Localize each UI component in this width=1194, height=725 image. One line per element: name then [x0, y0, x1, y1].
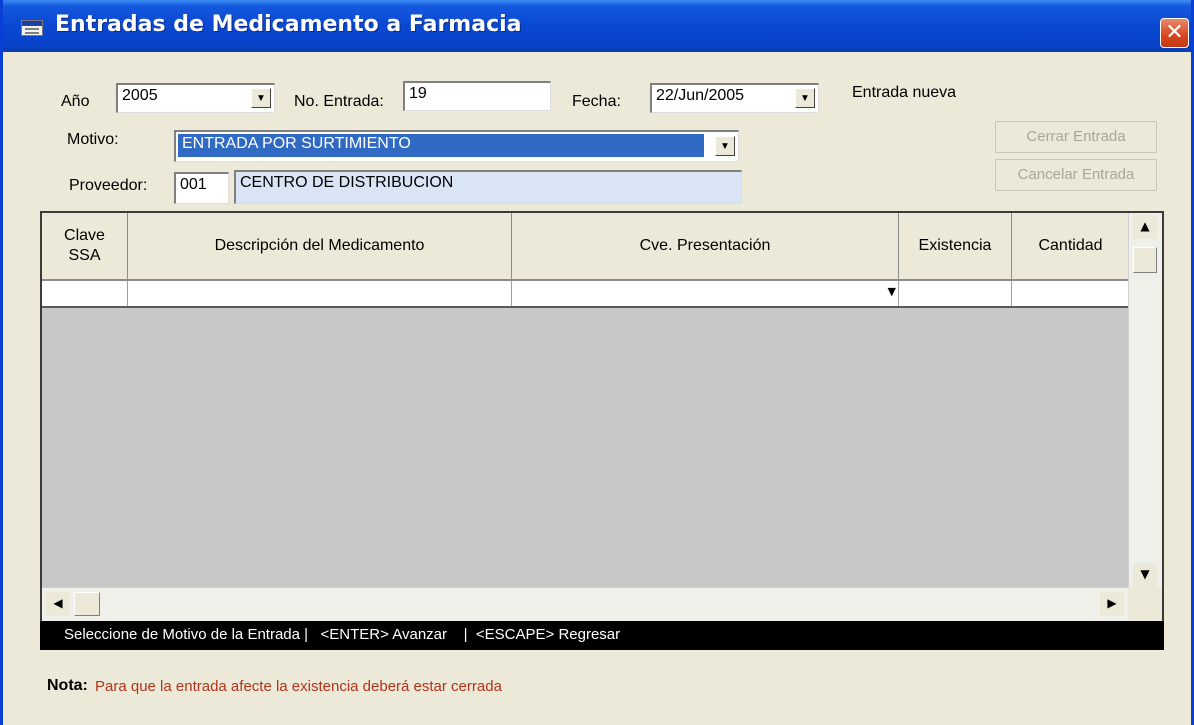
- window-app-icon: [21, 20, 43, 36]
- motivo-label: Motivo:: [67, 131, 119, 148]
- cell-existencia[interactable]: [899, 281, 1012, 306]
- medication-grid[interactable]: Clave SSA Descripción del Medicamento Cve…: [40, 211, 1164, 623]
- grid-header-row: Clave SSA Descripción del Medicamento Cve…: [42, 213, 1130, 281]
- anio-value: 2005: [122, 87, 158, 104]
- no-entrada-input[interactable]: 19: [403, 81, 551, 111]
- proveedor-code-value: 001: [180, 176, 207, 193]
- close-button[interactable]: ✕: [1160, 18, 1189, 48]
- chevron-down-icon[interactable]: ▼: [888, 285, 896, 298]
- app-window: Entradas de Medicamento a Farmacia ✕ Año…: [0, 0, 1194, 725]
- proveedor-label: Proveedor:: [69, 177, 148, 194]
- col-header-descripcion[interactable]: Descripción del Medicamento: [128, 213, 512, 281]
- col-header-clave[interactable]: Clave SSA: [42, 213, 128, 281]
- cell-cantidad[interactable]: [1012, 281, 1130, 306]
- nota-label: Nota:: [47, 677, 88, 694]
- col-header-cantidad[interactable]: Cantidad: [1012, 213, 1130, 281]
- chevron-down-icon[interactable]: ▼: [715, 136, 735, 156]
- scroll-thumb[interactable]: [1133, 247, 1157, 273]
- scrollbar-corner: [1128, 587, 1162, 621]
- no-entrada-value: 19: [409, 85, 427, 102]
- fecha-label: Fecha:: [572, 93, 621, 110]
- nota-text: Para que la entrada afecte la existencia…: [95, 678, 502, 695]
- scroll-right-icon[interactable]: ▶: [1100, 592, 1124, 616]
- cell-presentacion[interactable]: ▼: [512, 281, 899, 306]
- vertical-scrollbar[interactable]: ▲ ▼: [1128, 213, 1162, 589]
- proveedor-name-field: CENTRO DE DISTRIBUCION: [234, 170, 742, 204]
- proveedor-name-value: CENTRO DE DISTRIBUCION: [240, 174, 454, 191]
- status-text: Entrada nueva: [852, 84, 957, 101]
- no-entrada-label: No. Entrada:: [294, 93, 384, 110]
- anio-label: Año: [61, 93, 90, 110]
- cell-clave[interactable]: [42, 281, 128, 306]
- fecha-value: 22/Jun/2005: [656, 87, 745, 104]
- cerrar-entrada-button[interactable]: Cerrar Entrada: [995, 121, 1157, 153]
- chevron-down-icon[interactable]: ▼: [795, 88, 815, 108]
- proveedor-code-input[interactable]: 001: [174, 172, 229, 204]
- anio-select[interactable]: 2005 ▼: [116, 83, 275, 113]
- scroll-thumb[interactable]: [74, 592, 100, 616]
- motivo-value: ENTRADA POR SURTIMIENTO: [178, 134, 704, 157]
- scroll-up-icon[interactable]: ▲: [1133, 215, 1157, 239]
- title-bar[interactable]: Entradas de Medicamento a Farmacia ✕: [3, 0, 1191, 52]
- col-header-clave-line2: SSA: [68, 247, 101, 264]
- cancelar-entrada-button[interactable]: Cancelar Entrada: [995, 159, 1157, 191]
- col-header-clave-line1: Clave: [64, 227, 105, 244]
- fecha-picker[interactable]: 22/Jun/2005 ▼: [650, 83, 819, 113]
- col-header-existencia[interactable]: Existencia: [899, 213, 1012, 281]
- col-header-presentacion[interactable]: Cve. Presentación: [512, 213, 899, 281]
- cell-descripcion[interactable]: [128, 281, 512, 306]
- horizontal-scrollbar[interactable]: ◀ ▶: [42, 587, 1128, 621]
- chevron-down-icon[interactable]: ▼: [251, 88, 271, 108]
- scroll-down-icon[interactable]: ▼: [1133, 563, 1157, 587]
- scroll-left-icon[interactable]: ◀: [46, 592, 70, 616]
- status-bar: Seleccione de Motivo de la Entrada | <EN…: [40, 621, 1164, 650]
- motivo-select[interactable]: ENTRADA POR SURTIMIENTO ▼: [174, 130, 739, 162]
- window-title: Entradas de Medicamento a Farmacia: [55, 12, 522, 37]
- table-row[interactable]: ▼: [42, 281, 1130, 308]
